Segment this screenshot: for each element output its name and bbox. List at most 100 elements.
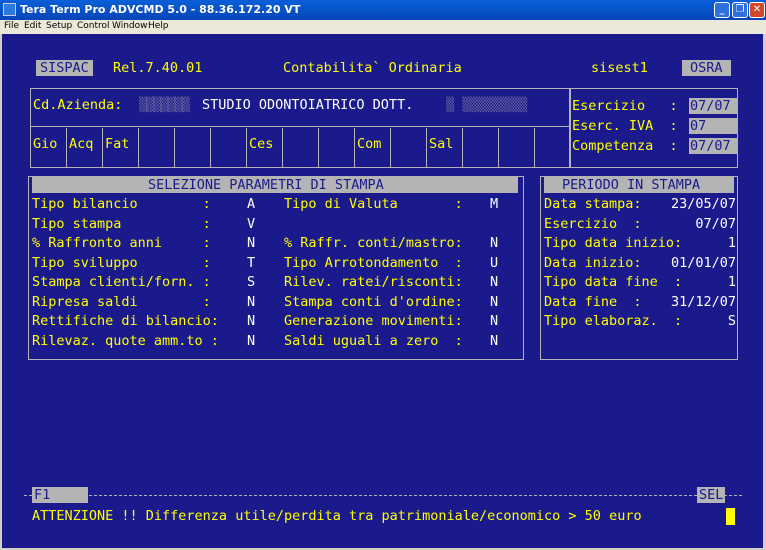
fkey-divider <box>534 128 535 168</box>
divider <box>30 126 570 127</box>
param-value[interactable]: S <box>247 274 255 290</box>
param-value[interactable]: U <box>490 255 498 271</box>
period-label: Data stampa: <box>544 196 642 212</box>
company-code-badge: OSRA <box>682 60 731 76</box>
fkey-divider <box>246 128 247 168</box>
fkey-divider <box>354 128 355 168</box>
param-value[interactable]: N <box>247 294 255 310</box>
fkey-divider <box>462 128 463 168</box>
competenza-value: 07/07 <box>690 138 731 154</box>
period-value[interactable]: 1 <box>728 235 736 251</box>
fkey-fat[interactable]: Fat <box>105 136 129 152</box>
fkey-gio[interactable]: Gio <box>33 136 57 152</box>
menu-control[interactable]: Control <box>77 21 110 31</box>
param-label: Rettifiche di bilancio: <box>32 313 219 329</box>
fkey-divider <box>210 128 211 168</box>
param-label: Rilev. ratei/risconti: <box>284 274 463 290</box>
param-label: Tipo bilancio : <box>32 196 211 212</box>
param-value[interactable]: N <box>247 235 255 251</box>
release-label: Rel.7.40.01 <box>113 60 203 76</box>
sel-key[interactable]: SEL <box>697 487 726 503</box>
fkey-acq[interactable]: Acq <box>69 136 93 152</box>
user-name: sisest1 <box>591 60 648 76</box>
param-label: Rilevaz. quote amm.to : <box>32 333 219 349</box>
period-value[interactable]: 23/05/07 <box>671 196 736 212</box>
params-title: SELEZIONE PARAMETRI DI STAMPA <box>148 177 384 193</box>
menu-bar: File Edit Setup Control Window Help <box>0 20 766 34</box>
period-title: PERIODO IN STAMPA <box>562 177 701 193</box>
param-value[interactable]: N <box>490 294 498 310</box>
menu-help[interactable]: Help <box>148 21 169 31</box>
param-value[interactable]: N <box>247 333 255 349</box>
module-title: Contabilita` Ordinaria <box>283 60 462 76</box>
fkey-divider <box>390 128 391 168</box>
menu-window[interactable]: Window <box>112 21 148 31</box>
fkey-divider <box>318 128 319 168</box>
sispac-button[interactable]: SISPAC <box>36 60 93 76</box>
param-label: Stampa conti d'ordine: <box>284 294 463 310</box>
param-value[interactable]: N <box>490 333 498 349</box>
period-label: Esercizio : <box>544 216 642 232</box>
fkey-divider <box>102 128 103 168</box>
param-value[interactable]: N <box>247 313 255 329</box>
menu-edit[interactable]: Edit <box>24 21 41 31</box>
param-value[interactable]: N <box>490 313 498 329</box>
f1-key[interactable]: F1 <box>32 487 88 503</box>
close-button[interactable]: ✕ <box>749 2 765 18</box>
company-label: Cd.Azienda: <box>33 97 123 113</box>
period-value[interactable]: 31/12/07 <box>671 294 736 310</box>
period-value[interactable]: 01/01/07 <box>671 255 736 271</box>
fkey-divider <box>282 128 283 168</box>
period-value[interactable]: 07/07 <box>695 216 736 232</box>
period-label: Data fine : <box>544 294 642 310</box>
esercizio-value: 07/07 <box>690 98 731 114</box>
param-label: Tipo stampa : <box>32 216 211 232</box>
eserc-iva-label: Eserc. IVA : <box>572 118 678 134</box>
param-label: Stampa clienti/forn. : <box>32 274 211 290</box>
redacted-field: ▒ ▒▒▒▒▒▒▒▒ <box>446 97 528 113</box>
maximize-button[interactable]: ❐ <box>732 2 748 18</box>
period-label: Tipo data inizio: <box>544 235 683 251</box>
fkey-divider <box>138 128 139 168</box>
param-label: Tipo Arrotondamento : <box>284 255 463 271</box>
param-value[interactable]: T <box>247 255 255 271</box>
warning-message: ATTENZIONE !! Differenza utile/perdita t… <box>32 508 642 524</box>
redacted-field: ▒▒▒▒▒▒▒ <box>139 97 190 113</box>
param-value[interactable]: V <box>247 216 255 232</box>
esercizio-label: Esercizio : <box>572 98 678 114</box>
fkey-divider <box>174 128 175 168</box>
fkey-divider <box>498 128 499 168</box>
param-label: Generazione movimenti: <box>284 313 463 329</box>
fkey-divider <box>66 128 67 168</box>
period-value[interactable]: 1 <box>728 274 736 290</box>
competenza-label: Competenza : <box>572 138 678 154</box>
period-label: Tipo elaboraz. : <box>544 313 683 329</box>
fkey-ces[interactable]: Ces <box>249 136 273 152</box>
minimize-button[interactable]: _ <box>714 2 730 18</box>
terminal-screen[interactable]: SISPAC Rel.7.40.01 Contabilita` Ordinari… <box>2 34 763 548</box>
period-label: Tipo data fine : <box>544 274 683 290</box>
param-label: % Raffr. conti/mastro: <box>284 235 463 251</box>
fkey-com[interactable]: Com <box>357 136 381 152</box>
footer-line <box>24 495 742 497</box>
eserc-iva-value: 07 <box>690 118 707 134</box>
terminal-app-icon <box>3 3 16 16</box>
param-label: % Raffronto anni : <box>32 235 211 251</box>
param-label: Tipo sviluppo : <box>32 255 211 271</box>
menu-setup[interactable]: Setup <box>46 21 72 31</box>
menu-file[interactable]: File <box>4 21 19 31</box>
window-titlebar[interactable]: Tera Term Pro ADVCMD 5.0 - 88.36.172.20 … <box>0 0 766 20</box>
param-value[interactable]: A <box>247 196 255 212</box>
param-value[interactable]: M <box>490 196 498 212</box>
fkey-divider <box>426 128 427 168</box>
fkey-sal[interactable]: Sal <box>429 136 453 152</box>
param-label: Saldi uguali a zero : <box>284 333 463 349</box>
param-value[interactable]: N <box>490 274 498 290</box>
param-value[interactable]: N <box>490 235 498 251</box>
window-title: Tera Term Pro ADVCMD 5.0 - 88.36.172.20 … <box>20 3 301 16</box>
period-label: Data inizio: <box>544 255 642 271</box>
param-label: Tipo di Valuta : <box>284 196 463 212</box>
param-label: Ripresa saldi : <box>32 294 211 310</box>
period-value[interactable]: S <box>728 313 736 329</box>
text-cursor <box>726 508 735 525</box>
